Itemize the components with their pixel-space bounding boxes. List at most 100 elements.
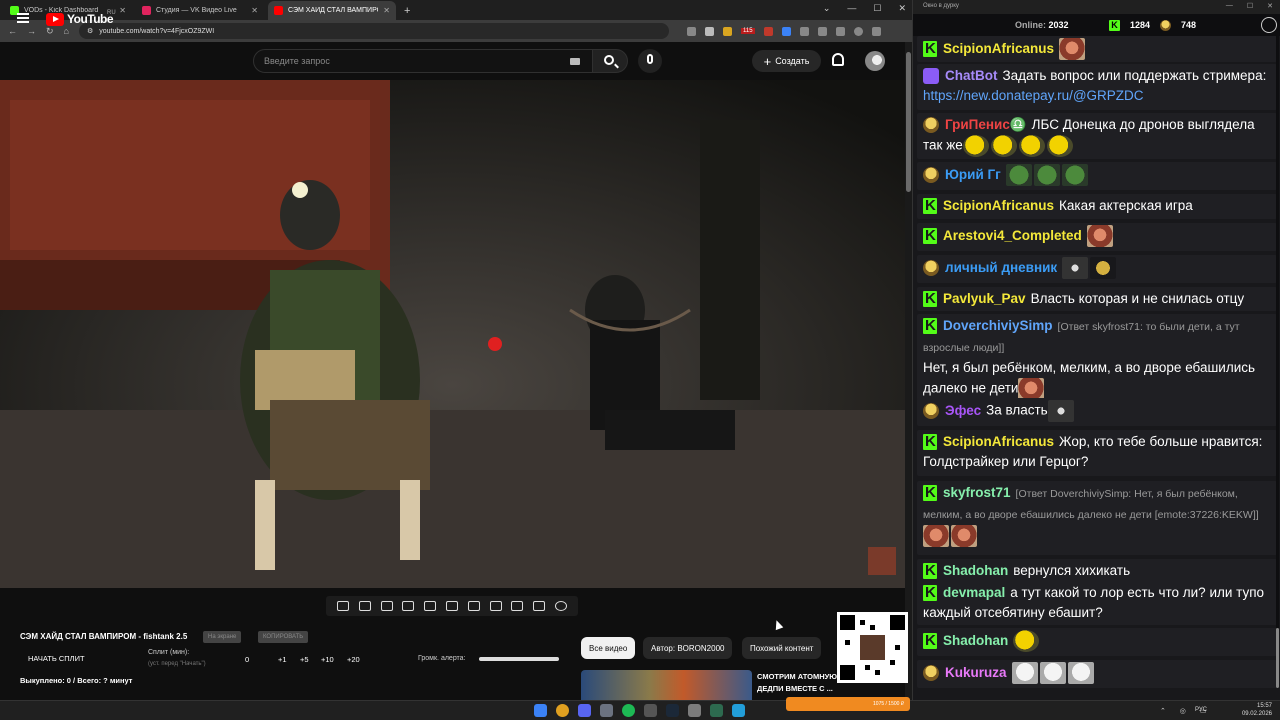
pip-icon[interactable] (424, 601, 437, 611)
camera-icon[interactable] (511, 601, 524, 611)
clock[interactable]: 15:57 09.02.2026 (1242, 702, 1272, 718)
gear-icon[interactable] (555, 601, 568, 611)
app-icon[interactable] (710, 704, 723, 717)
extension-icon[interactable] (722, 26, 732, 36)
start-split-button[interactable]: НАЧАТЬ СПЛИТ (28, 654, 85, 663)
settings-gear-icon[interactable] (1261, 17, 1277, 33)
subtitles-icon[interactable] (445, 601, 458, 611)
chat-username[interactable]: Shadohan (943, 563, 1008, 578)
search-input[interactable]: Введите запрос (253, 49, 593, 73)
screen-icon[interactable] (380, 601, 393, 611)
youtube-logo[interactable]: YouTube (46, 12, 114, 26)
start-icon[interactable] (534, 704, 547, 717)
puzzle-icon[interactable] (799, 26, 809, 36)
keyboard-icon[interactable] (570, 58, 580, 65)
page-scrollbar[interactable] (905, 42, 912, 700)
site-info-icon[interactable]: ⚙ (87, 27, 93, 35)
chip-related[interactable]: Похожий контент (742, 637, 822, 659)
notifications-bell-icon[interactable] (832, 53, 844, 66)
app-icon[interactable] (688, 704, 701, 717)
face-emote-icon (1059, 38, 1086, 60)
menu-dots-icon[interactable] (871, 26, 881, 36)
minimize-icon[interactable]: — (1226, 2, 1233, 10)
extension-icon[interactable] (781, 26, 791, 36)
chip-author[interactable]: Автор: BORON2000 (643, 637, 733, 659)
chat-username[interactable]: ScipionAfricanus (943, 434, 1054, 449)
chat-username[interactable]: Юрий Гг (945, 167, 1001, 182)
close-icon[interactable]: ✕ (898, 3, 906, 14)
discord-icon[interactable] (578, 704, 591, 717)
profile-icon[interactable] (853, 26, 863, 36)
menu-hamburger-icon[interactable] (17, 13, 29, 23)
voice-search-button[interactable] (638, 49, 662, 73)
increment-button[interactable]: +10 (321, 655, 334, 664)
close-tab-icon[interactable]: ✕ (119, 6, 126, 15)
video-thumbnail[interactable] (581, 670, 752, 700)
split-view-icon[interactable] (835, 26, 845, 36)
clip-icon[interactable] (402, 601, 415, 611)
chat-username[interactable]: ГриПенис♎ (945, 117, 1027, 132)
chat-username[interactable]: ChatBot (945, 68, 998, 83)
increment-button[interactable]: +5 (300, 655, 309, 664)
chat-username[interactable]: Arestovi4_Completed (943, 228, 1082, 243)
url-field[interactable]: ⚙ youtube.com/watch?v=4FjcxOZ9ZWI (78, 23, 669, 39)
maximize-icon[interactable]: ☐ (873, 3, 881, 14)
split-value[interactable]: 0 (245, 655, 249, 664)
on-screen-badge[interactable]: На экране (203, 631, 242, 643)
obs-icon[interactable] (600, 704, 613, 717)
minimize-icon[interactable]: — (847, 3, 856, 14)
extension-icon[interactable] (763, 26, 773, 36)
keyboard-language[interactable]: РУС (1195, 707, 1207, 713)
back-icon[interactable]: ← (8, 26, 17, 36)
increment-button[interactable]: +1 (278, 655, 287, 664)
chevron-down-icon[interactable]: ⌄ (823, 3, 831, 14)
create-button[interactable]: + Создать (752, 50, 821, 72)
home-icon[interactable]: ⌂ (64, 26, 69, 36)
app-icon[interactable] (644, 704, 657, 717)
chat-username[interactable]: Shadohan (943, 633, 1008, 648)
chat-username[interactable]: DoverchiviySimp (943, 318, 1053, 333)
avatar[interactable] (865, 51, 885, 71)
chat-username[interactable]: ScipionAfricanus (943, 41, 1054, 56)
tab-youtube-video[interactable]: СЭМ ХАЙД СТАЛ ВАМПИРОМ ✕ (268, 1, 396, 20)
forward-icon[interactable]: → (27, 26, 36, 36)
chat-username[interactable]: Pavlyuk_Pav (943, 291, 1026, 306)
flask-icon[interactable] (533, 601, 546, 611)
chat-username[interactable]: ScipionAfricanus (943, 198, 1054, 213)
speed-icon[interactable] (467, 601, 480, 611)
tab-vk-studio[interactable]: Студия — VK Видео Live ✕ (136, 1, 264, 20)
scrollbar-thumb[interactable] (1276, 628, 1279, 688)
close-tab-icon[interactable]: ✕ (383, 6, 390, 15)
chat-username[interactable]: devmapal (943, 585, 1005, 600)
repeat-icon[interactable] (336, 601, 349, 611)
alert-volume-slider[interactable] (479, 657, 559, 661)
chat-username[interactable]: skyfrost71 (943, 485, 1011, 500)
download-icon[interactable] (817, 26, 827, 36)
search-button[interactable] (592, 49, 628, 73)
close-tab-icon[interactable]: ✕ (251, 6, 258, 15)
close-icon[interactable]: ✕ (1267, 2, 1273, 10)
spotify-icon[interactable] (622, 704, 635, 717)
chat-scrollbar[interactable] (1276, 36, 1279, 688)
chrome-icon[interactable] (556, 704, 569, 717)
chip-all-videos[interactable]: Все видео (581, 637, 636, 659)
new-tab-button[interactable]: + (404, 1, 410, 20)
audio-icon[interactable] (358, 601, 371, 611)
chat-username[interactable]: личный дневник (945, 260, 1057, 275)
steam-icon[interactable] (666, 704, 679, 717)
bookmark-star-icon[interactable] (704, 26, 714, 36)
chat-username[interactable]: Эфес (945, 403, 981, 418)
emote-badge-icon (923, 260, 939, 276)
recommended-video[interactable]: СМОТРИМ АТОМНУЮ БОМБУ ДЕДПИ ВМЕСТЕ С ... (581, 670, 881, 700)
cast-icon[interactable] (686, 26, 696, 36)
video-player[interactable] (0, 80, 905, 588)
copy-button[interactable]: КОПИРОВАТЬ (258, 631, 309, 643)
reload-icon[interactable]: ↻ (46, 26, 54, 37)
chat-username[interactable]: Kukuruza (945, 665, 1007, 680)
filter-icon[interactable] (489, 601, 502, 611)
increment-button[interactable]: +20 (347, 655, 360, 664)
chat-link[interactable]: https://new.donatepay.ru/@GRPZDC (923, 88, 1144, 103)
scrollbar-thumb[interactable] (906, 52, 911, 192)
telegram-icon[interactable] (732, 704, 745, 717)
maximize-icon[interactable]: ☐ (1247, 2, 1253, 10)
